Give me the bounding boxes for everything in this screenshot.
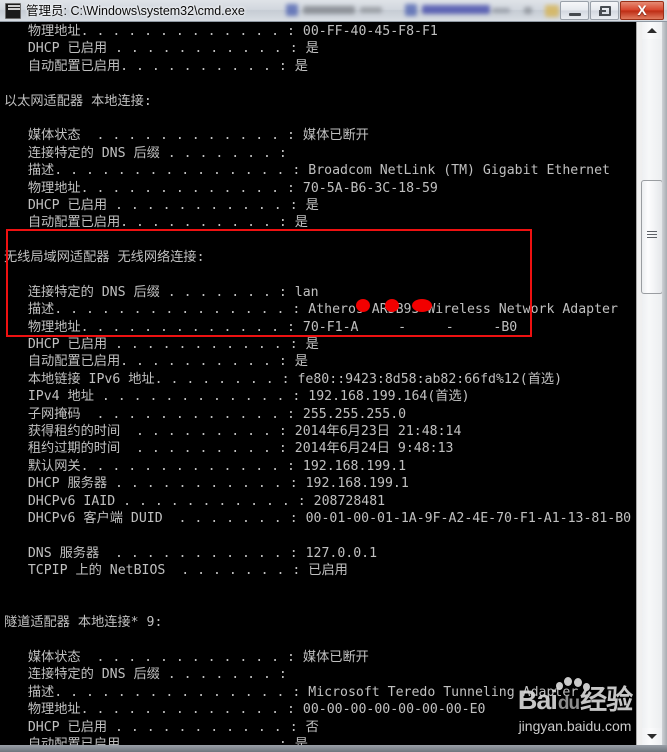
console-line: 自动配置已启用. . . . . . . . . . : 是: [4, 354, 308, 370]
console-line: 物理地址. . . . . . . . . . . . . : 70-F1-A …: [4, 319, 518, 335]
mac-redaction-dot-3: [412, 299, 432, 312]
console-text: 物理地址. . . . . . . . . . . . . : 00-FF-40…: [4, 23, 631, 745]
console-line: DHCP 服务器 . . . . . . . . . . . : 192.168…: [4, 476, 409, 492]
console-line: 描述. . . . . . . . . . . . . . . : Broadc…: [4, 163, 610, 179]
console-line: 媒体状态 . . . . . . . . . . . . : 媒体已断开: [4, 128, 369, 144]
cmd-window: 管理员: C:\Windows\system32\cmd.exe X 物理地址.…: [0, 0, 667, 752]
window-right-border: [662, 22, 667, 745]
glass-bleed-8: [545, 5, 559, 17]
glass-bleed-2: [303, 6, 355, 14]
maximize-button[interactable]: [590, 1, 619, 20]
console-line: 物理地址. . . . . . . . . . . . . : 70-5A-B6…: [4, 180, 438, 196]
window-title: 管理员: C:\Windows\system32\cmd.exe: [26, 4, 245, 18]
console-line: 本地链接 IPv6 地址. . . . . . . . : fe80::9423…: [4, 371, 563, 387]
console-line: DNS 服务器 . . . . . . . . . . . : 127.0.0.…: [4, 545, 378, 561]
glass-bleed-7: [524, 7, 532, 14]
console-line: DHCP 已启用 . . . . . . . . . . . : 是: [4, 337, 319, 353]
scrollbar-grip-icon: [647, 231, 657, 240]
console-line: 连接特定的 DNS 后缀 . . . . . . . :: [4, 145, 287, 161]
console-line: TCPIP 上的 NetBIOS . . . . . . . : 已启用: [4, 563, 348, 579]
chevron-down-icon: [647, 734, 657, 739]
console-line: 物理地址. . . . . . . . . . . . . : 00-FF-40…: [4, 24, 438, 39]
minimize-icon: [569, 13, 581, 16]
vertical-scrollbar[interactable]: [636, 22, 667, 745]
console-line: 默认网关. . . . . . . . . . . . . : 192.168.…: [4, 458, 407, 474]
cmd-console-icon: [5, 3, 21, 19]
console-line: DHCP 已启用 . . . . . . . . . . . : 是: [4, 197, 319, 213]
glass-bleed-6: [492, 8, 510, 13]
console-line: 自动配置已启用. . . . . . . . . . : 是: [4, 737, 308, 745]
baidu-jingyan-watermark: Baidu经验 jingyan.baidu.com: [505, 677, 645, 735]
glass-bleed-3: [360, 7, 382, 13]
window-bottom-border: [0, 745, 667, 752]
console-line: 媒体状态 . . . . . . . . . . . . : 媒体已断开: [4, 650, 369, 666]
console-line: 以太网适配器 本地连接:: [4, 93, 152, 109]
console-line: 自动配置已启用. . . . . . . . . . : 是: [4, 58, 308, 74]
console-line: 连接特定的 DNS 后缀 . . . . . . . : lan: [4, 284, 319, 300]
title-bar[interactable]: 管理员: C:\Windows\system32\cmd.exe X: [0, 0, 667, 22]
console-line: 自动配置已启用. . . . . . . . . . : 是: [4, 215, 308, 231]
console-line: 租约过期的时间 . . . . . . . . . : 2014年6月24日 9…: [4, 441, 454, 457]
chevron-up-icon: [647, 28, 657, 33]
mac-redaction-dot-1: [356, 299, 370, 312]
minimize-button[interactable]: [560, 1, 589, 20]
glass-bleed-5: [422, 5, 490, 14]
baidu-logo: Baidu经验: [505, 677, 645, 717]
console-line: 连接特定的 DNS 后缀 . . . . . . . :: [4, 667, 287, 683]
scroll-up-button[interactable]: [642, 22, 662, 39]
scrollbar-track[interactable]: [642, 22, 662, 745]
console-line: 获得租约的时间 . . . . . . . . . : 2014年6月23日 2…: [4, 423, 462, 439]
console-line: 无线局域网适配器 无线网络连接:: [4, 250, 205, 266]
console-line: DHCPv6 客户端 DUID . . . . . . . : 00-01-00…: [4, 510, 632, 526]
console-line: 子网掩码 . . . . . . . . . . . . : 255.255.2…: [4, 406, 407, 422]
maximize-icon: [599, 6, 611, 16]
baidu-paw-icon: [551, 677, 591, 711]
close-button[interactable]: X: [620, 1, 664, 20]
baidu-url-text: jingyan.baidu.com: [518, 718, 632, 734]
glass-bleed-1: [286, 4, 298, 16]
mac-redaction-dot-2: [385, 299, 399, 312]
scroll-down-button[interactable]: [642, 728, 662, 745]
console-line: DHCP 已启用 . . . . . . . . . . . : 是: [4, 41, 319, 57]
scrollbar-thumb[interactable]: [641, 180, 663, 294]
console-line: DHCPv6 IAID . . . . . . . . . . . : 2087…: [4, 493, 386, 509]
console-line: 隧道适配器 本地连接* 9:: [4, 615, 163, 631]
glass-bleed-4: [405, 4, 417, 16]
console-output-area[interactable]: 物理地址. . . . . . . . . . . . . : 00-FF-40…: [0, 22, 636, 745]
console-line: 描述. . . . . . . . . . . . . . . : Athero…: [4, 302, 618, 318]
console-line: IPv4 地址 . . . . . . . . . . . . : 192.16…: [4, 389, 470, 405]
close-icon: X: [637, 2, 647, 18]
